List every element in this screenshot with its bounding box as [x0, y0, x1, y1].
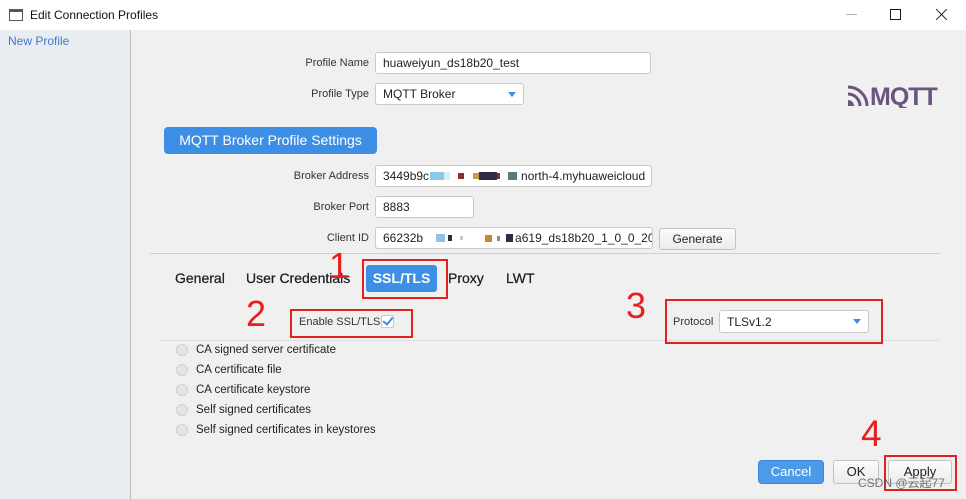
radio-ca-certificate-keystore[interactable] [176, 384, 188, 396]
mqtt-logo: MQTT [847, 83, 939, 108]
profile-name-value: huaweiyun_ds18b20_test [383, 56, 520, 70]
radio-label: CA signed server certificate [196, 344, 336, 356]
radio-label: CA certificate file [196, 364, 282, 376]
radio-label: CA certificate keystore [196, 384, 311, 396]
tab-general[interactable]: General [175, 270, 225, 286]
redaction-block [436, 234, 446, 242]
redaction-block [448, 235, 453, 241]
profiles-sidebar: New Profile [0, 30, 131, 499]
annotation-number-3: 3 [626, 285, 647, 326]
broker-address-input[interactable]: 3449b9c north-4.myhuaweicloud [375, 165, 652, 187]
redaction-block [460, 236, 464, 240]
broker-port-input[interactable]: 8883 [375, 196, 474, 218]
redaction-block [479, 172, 498, 180]
annotation-number-4: 4 [861, 413, 882, 454]
profile-name-label: Profile Name [305, 57, 369, 69]
minimize-icon[interactable] [846, 14, 857, 15]
section-divider [150, 253, 940, 254]
tab-lwt[interactable]: LWT [506, 270, 535, 286]
sidebar-item-new-profile[interactable]: New Profile [8, 33, 69, 49]
profile-name-input[interactable]: huaweiyun_ds18b20_test [375, 52, 651, 74]
tab-proxy[interactable]: Proxy [448, 270, 484, 286]
radio-ca-certificate-file[interactable] [176, 364, 188, 376]
chevron-down-icon [508, 92, 516, 97]
redaction-block [458, 173, 465, 179]
mqtt-logo-text: MQTT [870, 83, 938, 108]
client-id-label: Client ID [326, 232, 369, 244]
client-id-value-start: 66232b [383, 231, 424, 245]
radio-label: Self signed certificates in keystores [196, 424, 376, 436]
radio-ca-signed-server-certificate[interactable] [176, 344, 188, 356]
broker-port-value: 8883 [383, 200, 410, 214]
redaction-block [506, 234, 514, 242]
redaction-block [508, 172, 518, 180]
broker-profile-settings-header[interactable]: MQTT Broker Profile Settings [164, 127, 377, 154]
profile-type-label: Profile Type [311, 88, 369, 100]
annotation-number-2: 2 [246, 293, 267, 334]
broker-port-label: Broker Port [313, 201, 369, 213]
broker-address-label: Broker Address [293, 170, 369, 182]
redacted-mosaic [429, 166, 519, 186]
cancel-button[interactable]: Cancel [758, 460, 824, 484]
redaction-block [485, 235, 493, 242]
redaction-block [444, 172, 451, 180]
close-icon[interactable] [935, 8, 948, 21]
csdn-watermark: CSDN @云起77 [858, 476, 945, 490]
broker-address-value-start: 3449b9c [383, 169, 430, 183]
generate-button[interactable]: Generate [659, 228, 736, 250]
mqtt-logo-dot [848, 100, 854, 106]
redaction-block [497, 236, 501, 241]
redaction-block [430, 172, 445, 180]
annotation-box-protocol [665, 299, 883, 344]
profile-type-select[interactable]: MQTT Broker [375, 83, 524, 105]
profile-editor-panel: Profile Name huaweiyun_ds18b20_test Prof… [131, 30, 966, 499]
title-bar: Edit Connection Profiles [0, 0, 966, 30]
broker-address-value-end: north-4.myhuaweicloud [521, 169, 646, 183]
annotation-box-ssl-tab [362, 259, 448, 299]
radio-self-signed-certificates-in-keystores[interactable] [176, 424, 188, 436]
radio-self-signed-certificates[interactable] [176, 404, 188, 416]
window-title: Edit Connection Profiles [30, 8, 159, 22]
annotation-box-enable-ssl [290, 309, 413, 338]
client-id-value-end: a619_ds18b20_1_0_0_20 [515, 231, 653, 245]
client-id-input[interactable]: 66232b a619_ds18b20_1_0_0_20 [375, 227, 653, 249]
profile-type-value: MQTT Broker [383, 87, 456, 101]
maximize-icon[interactable] [890, 9, 901, 20]
redaction-block [497, 173, 501, 179]
window-app-icon [9, 9, 23, 21]
annotation-number-1: 1 [329, 245, 350, 286]
redacted-mosaic [423, 228, 514, 248]
radio-label: Self signed certificates [196, 404, 312, 416]
